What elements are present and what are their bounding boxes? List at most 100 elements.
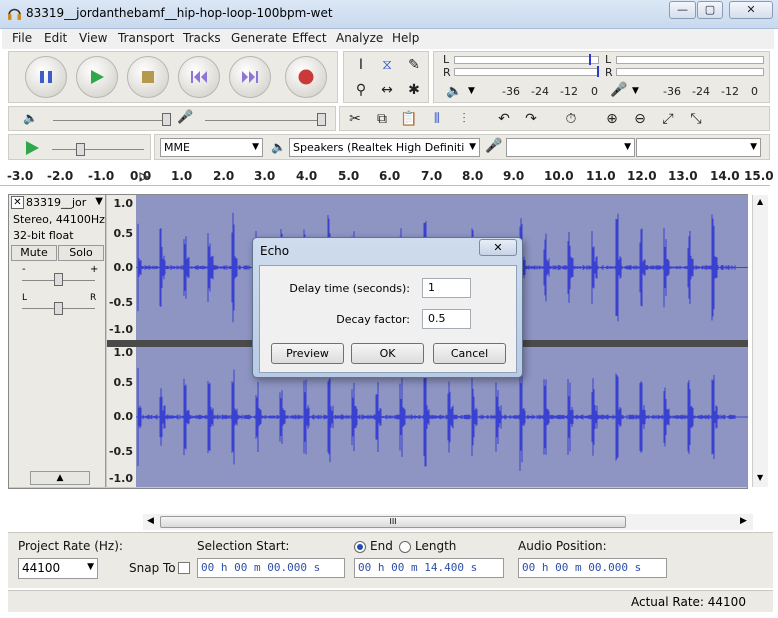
- scroll-up-arrow-icon[interactable]: ▲: [757, 197, 763, 206]
- redo-button[interactable]: ↷: [519, 108, 543, 130]
- minimize-button[interactable]: —: [669, 1, 696, 19]
- ruler-tick-label: 1.0: [171, 169, 193, 183]
- fit-project-button[interactable]: ⤡: [684, 108, 708, 130]
- audio-position-time[interactable]: 00 h 00 m 00.000 s: [518, 558, 667, 578]
- skip-to-start-button[interactable]: [178, 56, 220, 98]
- record-meter-r: [616, 68, 764, 76]
- scroll-down-arrow-icon[interactable]: ▼: [757, 473, 763, 482]
- input-volume-thumb[interactable]: [317, 113, 326, 126]
- record-icon: [298, 69, 314, 85]
- record-meter-dropdown-icon[interactable]: ▼: [632, 86, 639, 96]
- menu-analyze[interactable]: Analyze: [336, 31, 383, 45]
- paste-button[interactable]: 📋: [397, 108, 421, 130]
- pause-button[interactable]: [25, 56, 67, 98]
- delay-time-label: Delay time (seconds):: [289, 282, 410, 295]
- gain-minus-label: -: [22, 264, 26, 275]
- menu-generate[interactable]: Generate: [231, 31, 287, 45]
- amp-tick: 0.0: [113, 261, 134, 274]
- play-scale-label: -12: [560, 85, 578, 98]
- track-name-menu[interactable]: 83319__jor ▼: [26, 196, 103, 210]
- gain-plus-label: +: [90, 264, 99, 275]
- envelope-tool-button[interactable]: ⧖: [375, 54, 399, 76]
- draw-tool-button[interactable]: ✎: [402, 54, 426, 76]
- stop-icon: [142, 71, 154, 83]
- snap-to-checkbox[interactable]: [178, 562, 190, 574]
- solo-button[interactable]: Solo: [58, 245, 104, 261]
- timeline-ruler[interactable]: -3.0 -2.0 -1.0 0.0 1.0 2.0 3.0 4.0 5.0 6.0 7.0 8.0 9…: [0, 166, 774, 186]
- cut-button[interactable]: ✂: [343, 108, 367, 130]
- stop-button[interactable]: [127, 56, 169, 98]
- selection-start-time[interactable]: 00 h 00 m 00.000 s: [197, 558, 345, 578]
- ok-button[interactable]: OK: [351, 343, 424, 364]
- close-icon: ✕: [493, 241, 503, 254]
- selection-tool-button[interactable]: I: [349, 54, 373, 76]
- zoom-in-icon: ⊕: [606, 111, 618, 127]
- speed-slider[interactable]: [52, 149, 144, 150]
- playhead-marker-icon: [139, 172, 149, 182]
- output-device-select[interactable]: Speakers (Realtek High Definiti ▼: [289, 138, 480, 157]
- zoom-tool-button[interactable]: ⚲: [349, 79, 373, 101]
- output-volume-slider[interactable]: [53, 120, 171, 121]
- close-window-button[interactable]: ✕: [729, 1, 773, 19]
- ruler-tick-label: 14.0: [710, 169, 740, 183]
- record-meter-l: [616, 56, 764, 64]
- silence-button[interactable]: ⫶: [452, 108, 476, 130]
- maximize-button[interactable]: ▢: [697, 1, 723, 19]
- sync-lock-button[interactable]: ⏱: [559, 108, 583, 130]
- scroll-left-arrow-icon[interactable]: ◀: [147, 516, 154, 526]
- timeshift-tool-button[interactable]: ↔: [375, 79, 399, 101]
- output-volume-thumb[interactable]: [162, 113, 171, 126]
- play-button[interactable]: [76, 56, 118, 98]
- horizontal-scrollbar[interactable]: ◀ III ▶: [143, 514, 753, 530]
- zoom-out-button[interactable]: ⊖: [628, 108, 652, 130]
- play-peak-l: [589, 54, 591, 65]
- pan-slider-thumb[interactable]: [54, 302, 63, 315]
- close-track-button[interactable]: ✕: [11, 196, 24, 209]
- multi-tool-button[interactable]: ✱: [402, 79, 426, 101]
- fit-project-icon: ⤡: [690, 111, 702, 127]
- selection-end-time[interactable]: 00 h 00 m 14.400 s: [354, 558, 504, 578]
- gain-slider-thumb[interactable]: [54, 273, 63, 286]
- menu-transport[interactable]: Transport: [118, 31, 174, 45]
- delay-time-input[interactable]: 1: [422, 278, 471, 298]
- trim-button[interactable]: ⫴: [425, 108, 449, 130]
- preview-button[interactable]: Preview: [271, 343, 344, 364]
- decay-factor-input[interactable]: 0.5: [422, 309, 471, 329]
- input-device-select[interactable]: ▼: [506, 138, 635, 157]
- audio-host-select[interactable]: MME ▼: [160, 138, 263, 157]
- vertical-scrollbar[interactable]: ▲ ▼: [752, 195, 768, 487]
- copy-button[interactable]: ⧉: [370, 108, 394, 130]
- ruler-tick-label: -1.0: [88, 169, 115, 183]
- project-rate-select[interactable]: 44100 ▼: [18, 558, 98, 579]
- scroll-thumb[interactable]: III: [160, 516, 626, 528]
- record-button[interactable]: [285, 56, 327, 98]
- input-volume-slider[interactable]: [205, 120, 326, 121]
- fit-selection-button[interactable]: ⤢: [656, 108, 680, 130]
- playback-meter-dropdown-icon[interactable]: ▼: [468, 86, 475, 96]
- track-bit-depth: 32-bit float: [13, 229, 74, 242]
- menu-file[interactable]: File: [12, 31, 32, 45]
- menu-tracks[interactable]: Tracks: [183, 31, 221, 45]
- menu-view[interactable]: View: [79, 31, 107, 45]
- menu-help[interactable]: Help: [392, 31, 419, 45]
- skip-to-end-button[interactable]: [229, 56, 271, 98]
- speed-slider-thumb[interactable]: [76, 143, 85, 156]
- mute-button[interactable]: Mute: [11, 245, 57, 261]
- end-radio[interactable]: [354, 541, 366, 553]
- cancel-button[interactable]: Cancel: [433, 343, 506, 364]
- ruler-tick-label: 5.0: [338, 169, 360, 183]
- play-at-speed-icon[interactable]: [24, 140, 40, 156]
- zoom-in-button[interactable]: ⊕: [600, 108, 624, 130]
- dialog-close-button[interactable]: ✕: [479, 239, 517, 256]
- audio-position-label: Audio Position:: [518, 539, 607, 553]
- scroll-right-arrow-icon[interactable]: ▶: [740, 516, 747, 526]
- collapse-track-button[interactable]: ▲: [30, 471, 90, 485]
- menu-effect[interactable]: Effect: [292, 31, 327, 45]
- length-radio[interactable]: [399, 541, 411, 553]
- redo-icon: ↷: [525, 111, 537, 127]
- input-channels-select[interactable]: ▼: [636, 138, 761, 157]
- output-volume-icon: 🔈: [23, 111, 38, 125]
- undo-button[interactable]: ↶: [492, 108, 516, 130]
- menu-edit[interactable]: Edit: [44, 31, 67, 45]
- input-device-icon: 🎤: [485, 138, 503, 154]
